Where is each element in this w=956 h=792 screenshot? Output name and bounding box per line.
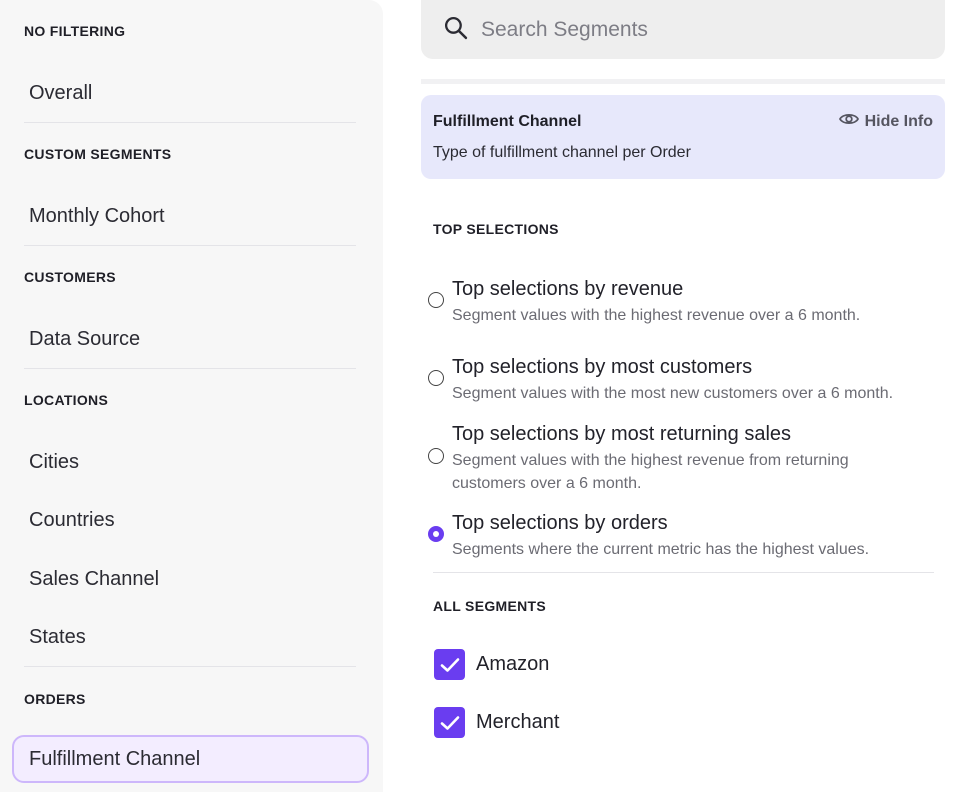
checkbox-checked[interactable] <box>434 707 465 738</box>
radio-option-revenue[interactable]: Top selections by revenue Segment values… <box>428 278 938 326</box>
checkbox-checked[interactable] <box>434 649 465 680</box>
radio-button[interactable] <box>428 448 444 464</box>
radio-button[interactable] <box>428 292 444 308</box>
group-heading-customers: CUSTOMERS <box>24 269 116 285</box>
group-heading-no-filtering: NO FILTERING <box>24 23 126 39</box>
segment-info-panel: Fulfillment Channel Hide Info Type of fu… <box>421 95 945 179</box>
radio-option-most-customers[interactable]: Top selections by most customers Segment… <box>428 356 938 404</box>
top-selections-heading: TOP SELECTIONS <box>433 221 559 237</box>
sidebar-item-cities[interactable]: Cities <box>12 438 369 486</box>
segment-checkbox-merchant[interactable]: Merchant <box>434 707 559 738</box>
sidebar-item-overall[interactable]: Overall <box>12 69 369 117</box>
radio-option-description: Segment values with the most new custome… <box>452 385 894 402</box>
radio-option-returning-sales[interactable]: Top selections by most returning sales S… <box>428 423 938 495</box>
sidebar-item-sales-channel[interactable]: Sales Channel <box>12 555 369 603</box>
radio-option-title: Top selections by most customers <box>452 356 753 378</box>
group-heading-custom-segments: CUSTOM SEGMENTS <box>24 146 172 162</box>
radio-option-title: Top selections by revenue <box>452 278 684 300</box>
checkmark-icon <box>440 715 459 730</box>
info-title: Fulfillment Channel <box>433 113 582 130</box>
search-icon <box>443 15 468 45</box>
radio-button[interactable] <box>428 370 444 386</box>
divider <box>24 368 356 369</box>
group-heading-orders: ORDERS <box>24 691 86 707</box>
search-bar <box>421 0 945 59</box>
info-description: Type of fulfillment channel per Order <box>433 144 691 161</box>
divider <box>24 122 356 123</box>
sidebar-item-states[interactable]: States <box>12 613 369 661</box>
radio-option-description: Segment values with the highest revenue … <box>452 307 861 324</box>
radio-option-orders[interactable]: Top selections by orders Segments where … <box>428 512 938 560</box>
sidebar-item-fulfillment-channel[interactable]: Fulfillment Channel <box>12 735 369 783</box>
sidebar-item-data-source[interactable]: Data Source <box>12 315 369 363</box>
radio-option-title: Top selections by orders <box>452 512 668 534</box>
radio-option-title: Top selections by most returning sales <box>452 423 792 445</box>
radio-option-description: Segments where the current metric has th… <box>452 541 870 558</box>
hide-info-button[interactable]: Hide Info <box>838 112 933 131</box>
group-heading-locations: LOCATIONS <box>24 392 109 408</box>
radio-option-description: Segment values with the highest revenue … <box>452 452 849 492</box>
divider <box>433 572 934 573</box>
divider <box>24 666 356 667</box>
radio-button-selected[interactable] <box>428 526 444 542</box>
all-segments-heading: ALL SEGMENTS <box>433 598 547 614</box>
sidebar-item-countries[interactable]: Countries <box>12 496 369 544</box>
search-input[interactable] <box>481 17 921 42</box>
segment-sidebar: NO FILTERING Overall CUSTOM SEGMENTS Mon… <box>0 0 383 792</box>
divider <box>24 245 356 246</box>
eye-icon <box>838 112 859 131</box>
segment-checkbox-amazon[interactable]: Amazon <box>434 649 549 680</box>
hide-info-label: Hide Info <box>864 112 933 130</box>
checkmark-icon <box>440 657 459 672</box>
checkbox-label: Merchant <box>476 711 560 733</box>
checkbox-label: Amazon <box>476 653 550 675</box>
sidebar-item-monthly-cohort[interactable]: Monthly Cohort <box>12 192 369 240</box>
list-edge <box>421 79 945 84</box>
